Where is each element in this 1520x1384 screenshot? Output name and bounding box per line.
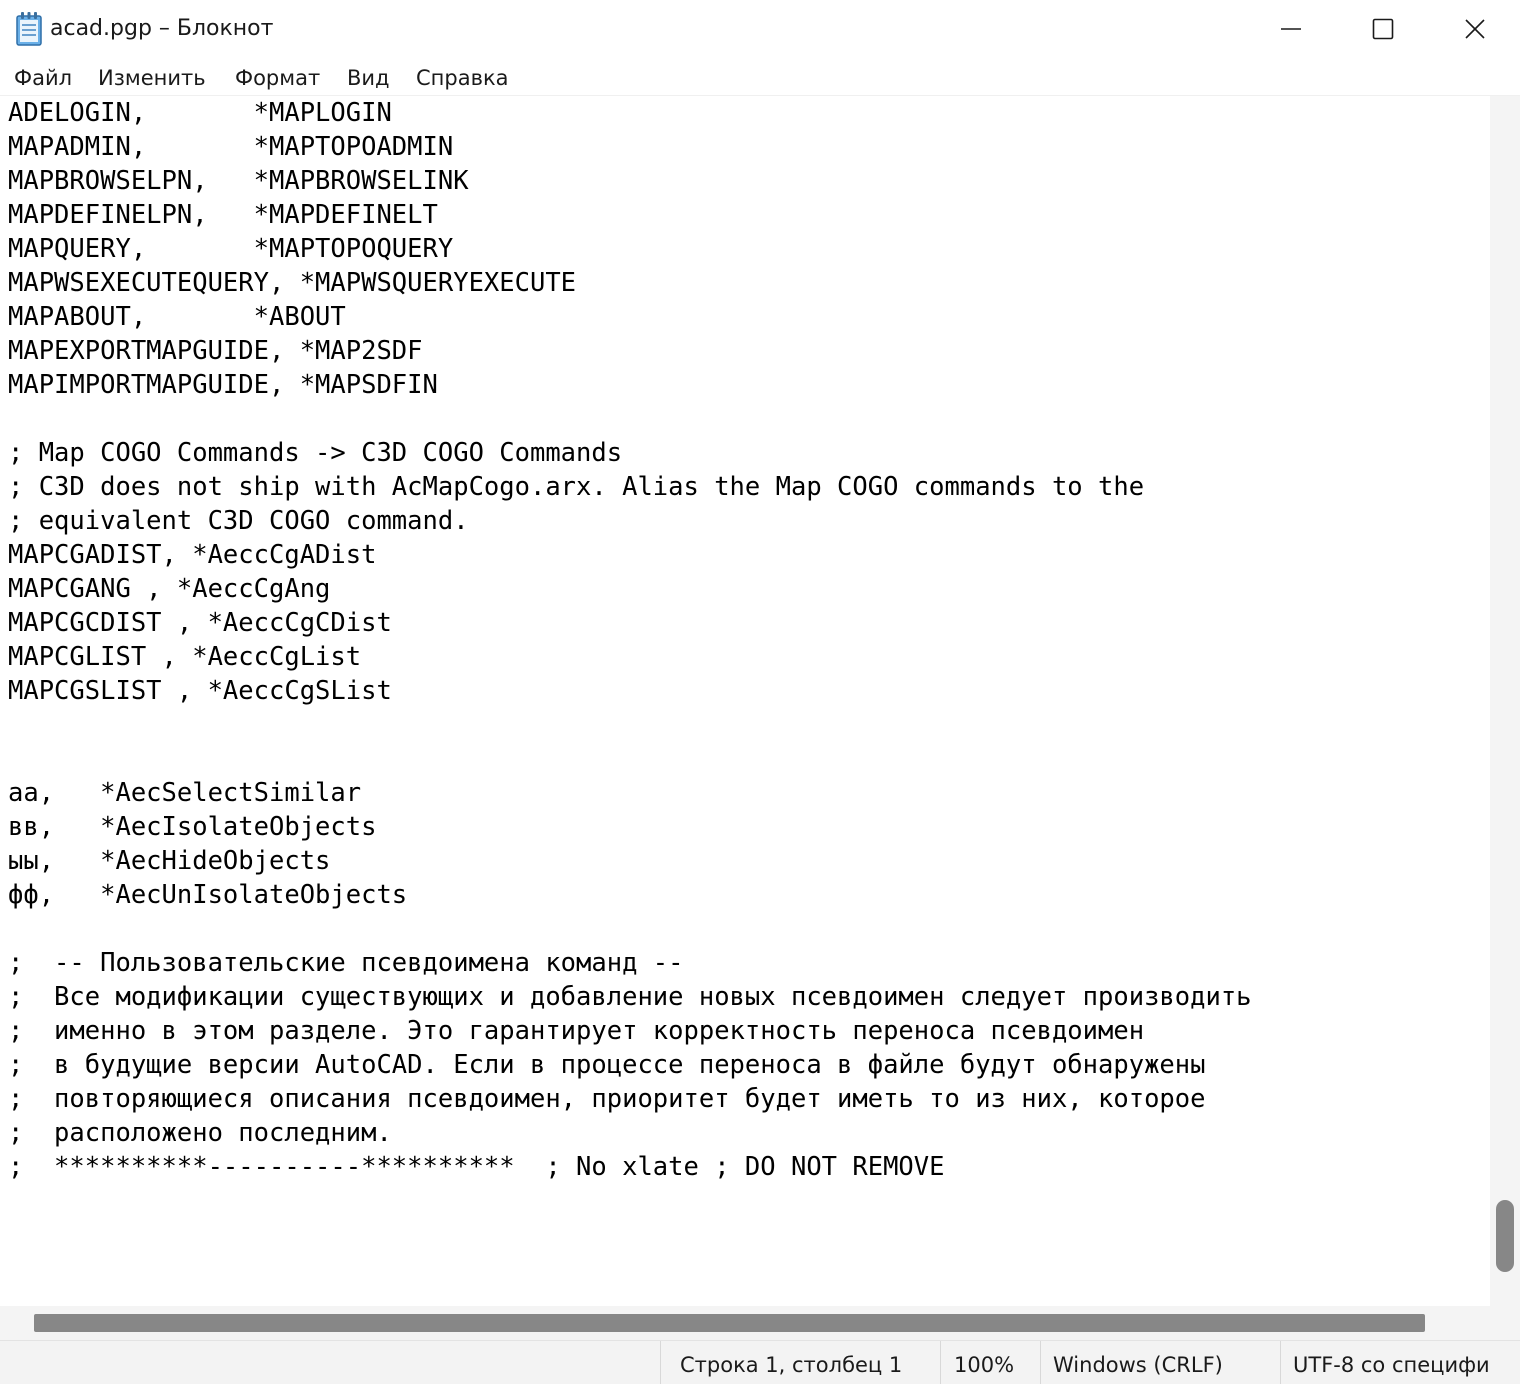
editor-line[interactable] — [8, 742, 1252, 776]
editor-line[interactable]: ; **********----------********** ; No xl… — [8, 1150, 1252, 1184]
editor-line[interactable]: MAPIMPORTMAPGUIDE, *MAPSDFIN — [8, 368, 1252, 402]
editor-line[interactable] — [8, 912, 1252, 946]
editor-line[interactable]: ; повторяющиеся описания псевдоимен, при… — [8, 1082, 1252, 1116]
text-editor[interactable]: ADELOGIN, *MAPLOGIN MAPADMIN, *MAPTOPOADM… — [0, 96, 1490, 1306]
editor-line[interactable]: MAPCGCDIST , *AeccCgCDist — [8, 606, 1252, 640]
scrollbar-corner — [1490, 1306, 1520, 1340]
editor-line[interactable]: ; Map COGO Commands -> C3D COGO Commands — [8, 436, 1252, 470]
maximize-icon — [1372, 18, 1394, 40]
editor-line[interactable]: ; расположено последним. — [8, 1116, 1252, 1150]
horizontal-scrollbar[interactable] — [0, 1306, 1490, 1340]
status-divider — [940, 1341, 941, 1384]
editor-line[interactable]: ыы, *AecHideObjects — [8, 844, 1252, 878]
horizontal-scroll-thumb[interactable] — [34, 1314, 1425, 1332]
menu-view[interactable]: Вид — [347, 64, 390, 92]
menu-bar: Файл Изменить Формат Вид Справка — [0, 58, 1520, 96]
notepad-icon — [16, 12, 42, 46]
editor-line[interactable]: MAPADMIN, *MAPTOPOADMIN — [8, 130, 1252, 164]
close-button[interactable] — [1429, 0, 1520, 58]
status-cursor-position: Строка 1, столбец 1 — [680, 1353, 903, 1377]
editor-line[interactable]: MAPQUERY, *MAPTOPOQUERY — [8, 232, 1252, 266]
editor-line[interactable]: ; -- Пользовательские псевдоимена команд… — [8, 946, 1252, 980]
editor-line[interactable]: ; C3D does not ship with AcMapCogo.arx. … — [8, 470, 1252, 504]
close-icon — [1465, 19, 1485, 39]
status-bar: Строка 1, столбец 1 100% Windows (CRLF) … — [0, 1340, 1520, 1384]
editor-line[interactable]: ; именно в этом разделе. Это гарантирует… — [8, 1014, 1252, 1048]
menu-edit[interactable]: Изменить — [98, 64, 206, 92]
status-divider — [660, 1341, 661, 1384]
status-line-endings: Windows (CRLF) — [1053, 1353, 1223, 1377]
menu-format[interactable]: Формат — [235, 64, 320, 92]
minimize-icon — [1281, 28, 1301, 30]
editor-line[interactable]: вв, *AecIsolateObjects — [8, 810, 1252, 844]
editor-line[interactable]: фф, *AecUnIsolateObjects — [8, 878, 1252, 912]
status-encoding: UTF-8 со специфи — [1293, 1353, 1490, 1377]
editor-line[interactable] — [8, 402, 1252, 436]
maximize-button[interactable] — [1337, 0, 1429, 58]
editor-line[interactable]: ; equivalent C3D COGO command. — [8, 504, 1252, 538]
vertical-scroll-thumb[interactable] — [1496, 1200, 1514, 1272]
minimize-button[interactable] — [1245, 0, 1337, 58]
menu-help[interactable]: Справка — [416, 64, 509, 92]
editor-line[interactable]: MAPCGADIST, *AeccCgADist — [8, 538, 1252, 572]
editor-line[interactable]: ADELOGIN, *MAPLOGIN — [8, 96, 1252, 130]
editor-line[interactable]: MAPCGLIST , *AeccCgList — [8, 640, 1252, 674]
editor-line[interactable]: MAPDEFINELPN, *MAPDEFINELT — [8, 198, 1252, 232]
editor-line[interactable]: MAPABOUT, *ABOUT — [8, 300, 1252, 334]
editor-line[interactable]: MAPEXPORTMAPGUIDE, *MAP2SDF — [8, 334, 1252, 368]
editor-line[interactable]: MAPCGSLIST , *AeccCgSList — [8, 674, 1252, 708]
title-bar[interactable]: acad.pgp – Блокнот — [0, 0, 1520, 58]
status-divider — [1280, 1341, 1281, 1384]
editor-line[interactable]: аа, *AecSelectSimilar — [8, 776, 1252, 810]
editor-line[interactable]: ; Все модификации существующих и добавле… — [8, 980, 1252, 1014]
vertical-scrollbar[interactable] — [1490, 96, 1520, 1306]
status-zoom: 100% — [954, 1353, 1015, 1377]
editor-line[interactable]: MAPCGANG , *AeccCgAng — [8, 572, 1252, 606]
editor-line[interactable] — [8, 708, 1252, 742]
editor-line[interactable]: ; в будущие версии AutoCAD. Если в проце… — [8, 1048, 1252, 1082]
editor-line[interactable]: MAPBROWSELPN, *MAPBROWSELINK — [8, 164, 1252, 198]
menu-file[interactable]: Файл — [14, 64, 72, 92]
status-divider — [1040, 1341, 1041, 1384]
window-title: acad.pgp – Блокнот — [50, 16, 274, 41]
editor-content[interactable]: ADELOGIN, *MAPLOGIN MAPADMIN, *MAPTOPOADM… — [8, 96, 1252, 1184]
notepad-window: acad.pgp – Блокнот Файл Изменить Формат … — [0, 0, 1520, 1384]
editor-line[interactable]: MAPWSEXECUTEQUERY, *MAPWSQUERYEXECUTE — [8, 266, 1252, 300]
